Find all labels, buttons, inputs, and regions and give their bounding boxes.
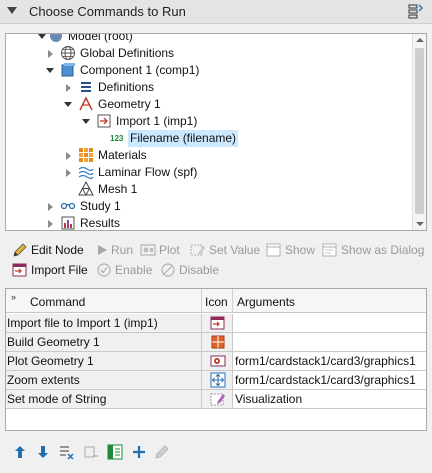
scroll-down-icon[interactable] [416, 222, 424, 226]
arguments-cell[interactable] [233, 314, 426, 332]
edit-icon[interactable] [154, 444, 170, 460]
run-icon [98, 245, 107, 255]
collapse-toggle-icon[interactable] [82, 119, 90, 124]
command-sequence-icon[interactable] [407, 3, 423, 19]
table-row[interactable]: Import file to Import 1 (imp1) [6, 314, 426, 333]
command-cell[interactable]: Zoom extents [6, 371, 202, 389]
panel-header: Choose Commands to Run [0, 0, 432, 24]
definitions-icon [81, 82, 91, 92]
tree-vertical-scrollbar[interactable] [412, 34, 426, 230]
show-icon [266, 243, 281, 257]
table-header: » Command Icon Arguments [6, 289, 426, 313]
move-down-icon[interactable] [35, 444, 51, 460]
icon-cell[interactable] [202, 371, 233, 389]
scrollbar-thumb[interactable] [415, 48, 424, 214]
geometry-icon [79, 96, 93, 111]
delete-rows-icon[interactable] [59, 444, 75, 460]
arguments-cell[interactable]: form1/cardstack1/card3/graphics1 [233, 371, 426, 389]
icon-cell[interactable] [202, 352, 233, 370]
expand-toggle-icon[interactable] [48, 203, 53, 211]
collapse-toggle-icon[interactable] [46, 68, 54, 73]
import-file-icon [210, 316, 225, 330]
column-header-arguments[interactable]: Arguments [233, 289, 426, 313]
import-file-icon [12, 263, 27, 277]
table-settings-icon[interactable] [107, 444, 123, 460]
globe-icon [61, 46, 75, 60]
plot-icon [140, 244, 156, 256]
command-cell[interactable]: Import file to Import 1 (imp1) [6, 314, 202, 332]
command-cell[interactable]: Plot Geometry 1 [6, 352, 202, 370]
column-header-icon[interactable]: Icon [202, 289, 233, 313]
expand-toggle-icon[interactable] [38, 34, 46, 39]
table-row[interactable]: Build Geometry 1 [6, 333, 426, 352]
command-table[interactable]: » Command Icon Arguments Import file to … [5, 288, 427, 431]
arguments-cell[interactable]: Visualization [233, 390, 426, 408]
parameter-badge-icon: 123 [110, 134, 124, 143]
pencil-icon [13, 243, 27, 257]
collapse-panel-icon[interactable] [7, 7, 17, 14]
table-toolbar [0, 441, 432, 463]
plot-icon [210, 355, 226, 367]
command-cell[interactable]: Build Geometry 1 [6, 333, 202, 351]
expand-toggle-icon[interactable] [48, 50, 53, 58]
arguments-cell[interactable] [233, 333, 426, 351]
icon-cell[interactable] [202, 333, 233, 351]
table-row[interactable]: Plot Geometry 1 form1/cardstack1/card3/g… [6, 352, 426, 371]
expand-toggle-icon[interactable] [66, 84, 71, 92]
materials-icon [79, 148, 93, 162]
panel-title: Choose Commands to Run [29, 4, 186, 19]
expand-toggle-icon[interactable] [48, 220, 53, 228]
move-up-icon[interactable] [12, 444, 28, 460]
disable-icon [161, 263, 175, 277]
scroll-up-icon[interactable] [416, 38, 424, 42]
add-icon[interactable] [131, 444, 147, 460]
expand-toggle-icon[interactable] [66, 169, 71, 177]
collapse-toggle-icon[interactable] [64, 102, 72, 107]
model-icon [50, 34, 62, 42]
command-toolbar-2: Import File Enable Disable [0, 260, 432, 280]
dialog-icon [322, 243, 337, 257]
enable-icon [97, 263, 111, 277]
component-icon [61, 63, 75, 77]
build-geometry-icon [211, 335, 225, 349]
icon-cell[interactable] [202, 314, 233, 332]
command-toolbar: Edit Node Run Plot Set Value Show Show a… [0, 240, 432, 260]
clear-table-icon[interactable] [83, 444, 99, 460]
expand-toggle-icon[interactable] [66, 152, 71, 160]
results-icon [61, 216, 75, 230]
set-mode-icon [210, 393, 225, 406]
table-row[interactable]: Set mode of String Visualization [6, 390, 426, 409]
icon-cell[interactable] [202, 390, 233, 408]
zoom-extents-icon [210, 372, 226, 388]
study-icon [60, 202, 76, 210]
arguments-cell[interactable]: form1/cardstack1/card3/graphics1 [233, 352, 426, 370]
command-cell[interactable]: Set mode of String [6, 390, 202, 408]
laminar-flow-icon [78, 166, 94, 180]
import-icon [97, 114, 111, 128]
table-row[interactable]: Zoom extents form1/cardstack1/card3/grap… [6, 371, 426, 390]
mesh-icon [78, 181, 94, 196]
set-value-icon [190, 244, 205, 256]
model-tree[interactable]: Model (root) Global Definitions Componen… [5, 33, 427, 231]
column-header-command[interactable]: Command [6, 289, 202, 313]
